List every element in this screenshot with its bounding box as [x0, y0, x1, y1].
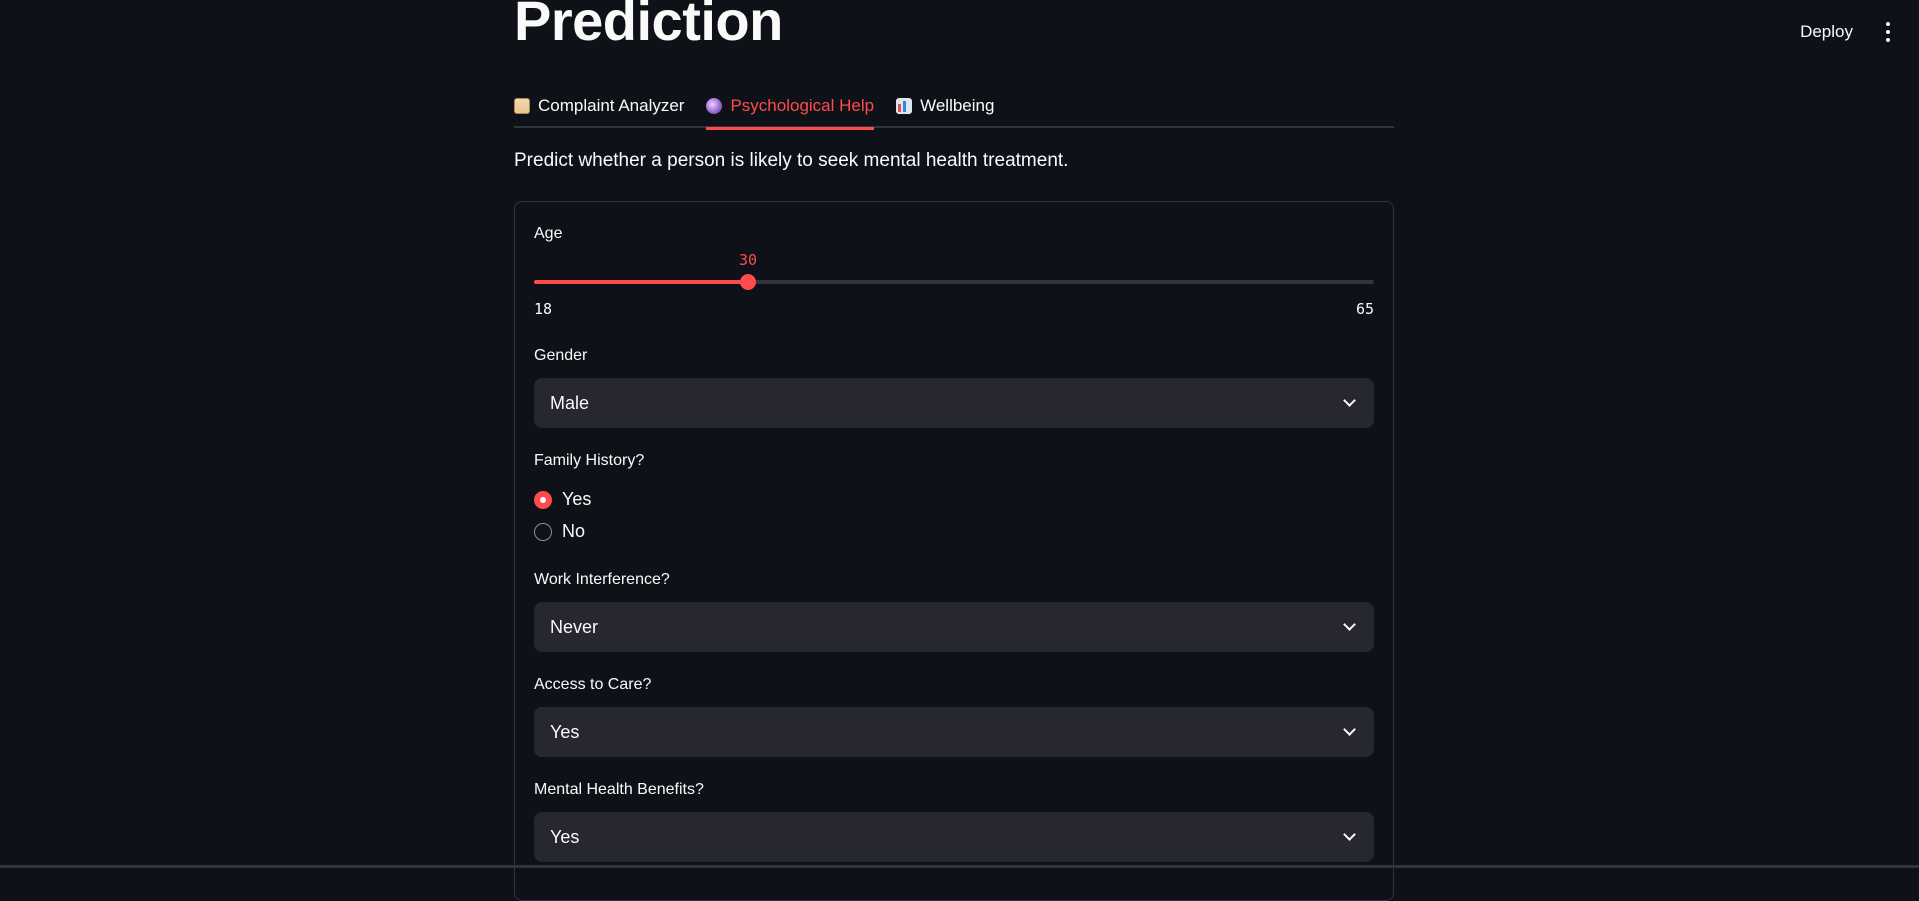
age-slider-max: 65 — [1356, 300, 1374, 318]
work-interference-selected-value: Never — [550, 617, 598, 638]
age-label: Age — [534, 225, 562, 243]
radio-checked-icon — [534, 491, 552, 509]
work-interference-select[interactable]: Never — [534, 602, 1374, 652]
prediction-form: Age 30 18 65 Gender Male Family History?… — [514, 201, 1394, 901]
age-slider-thumb[interactable] — [740, 274, 756, 290]
mental-health-benefits-label: Mental Health Benefits? — [534, 781, 704, 799]
deploy-button[interactable]: Deploy — [1794, 18, 1859, 46]
page-description: Predict whether a person is likely to se… — [514, 150, 1068, 172]
mental-health-benefits-selected-value: Yes — [550, 827, 579, 848]
chevron-down-icon — [1343, 723, 1356, 736]
age-slider-fill — [534, 280, 748, 284]
crystal-ball-icon — [706, 98, 722, 114]
tab-label: Complaint Analyzer — [538, 96, 684, 116]
bar-chart-icon — [896, 98, 912, 114]
mental-health-benefits-select[interactable]: Yes — [534, 812, 1374, 862]
tab-wellbeing[interactable]: Wellbeing — [896, 84, 994, 128]
access-to-care-label: Access to Care? — [534, 676, 651, 694]
gender-selected-value: Male — [550, 393, 589, 414]
tab-label: Wellbeing — [920, 96, 994, 116]
tab-label: Psychological Help — [730, 96, 874, 116]
tab-psychological-help[interactable]: Psychological Help — [706, 84, 874, 128]
radio-label: No — [562, 521, 585, 542]
tab-complaint-analyzer[interactable]: Complaint Analyzer — [514, 84, 684, 128]
age-slider-min: 18 — [534, 300, 552, 318]
age-slider[interactable] — [534, 280, 1374, 284]
chevron-down-icon — [1343, 828, 1356, 841]
radio-label: Yes — [562, 489, 591, 510]
page-title: Prediction — [514, 0, 783, 56]
chevron-down-icon — [1343, 394, 1356, 407]
family-history-label: Family History? — [534, 452, 644, 470]
gender-label: Gender — [534, 347, 587, 365]
family-history-option-no[interactable]: No — [534, 521, 585, 542]
header-actions: Deploy — [1794, 18, 1895, 46]
work-interference-label: Work Interference? — [534, 571, 670, 589]
kebab-menu-icon[interactable] — [1881, 22, 1895, 42]
chevron-down-icon — [1343, 618, 1356, 631]
radio-unchecked-icon — [534, 523, 552, 541]
clipboard-icon — [514, 98, 530, 114]
access-to-care-selected-value: Yes — [550, 722, 579, 743]
tab-bar: Complaint Analyzer Psychological Help We… — [514, 84, 1394, 128]
gender-select[interactable]: Male — [534, 378, 1374, 428]
family-history-option-yes[interactable]: Yes — [534, 489, 591, 510]
access-to-care-select[interactable]: Yes — [534, 707, 1374, 757]
age-slider-value: 30 — [739, 251, 757, 269]
